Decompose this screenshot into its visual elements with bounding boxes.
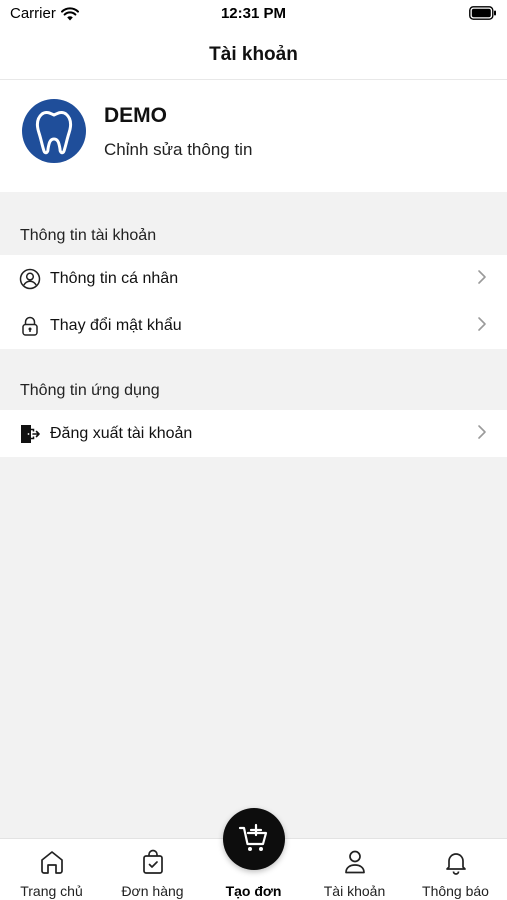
- user-circle-icon: [19, 268, 41, 290]
- tab-home[interactable]: Trang chủ: [1, 839, 102, 900]
- shopping-bag-icon: [142, 849, 163, 874]
- edit-profile-link[interactable]: Chỉnh sửa thông tin: [104, 140, 252, 160]
- nav-bar: Tài khoản: [0, 30, 507, 80]
- add-cart-icon: [238, 823, 268, 851]
- tab-label: Trang chủ: [20, 883, 83, 899]
- menu-item-label: Thay đổi mật khẩu: [50, 317, 182, 334]
- section-title-app: Thông tin ứng dụng: [20, 382, 160, 399]
- logout-icon: [21, 425, 40, 443]
- tab-notifications[interactable]: Thông báo: [405, 839, 506, 900]
- profile-card[interactable]: DEMO Chỉnh sửa thông tin: [0, 80, 507, 192]
- status-right: [469, 6, 497, 24]
- chevron-right-icon: [478, 270, 486, 284]
- person-icon: [344, 850, 365, 874]
- section-title-account: Thông tin tài khoản: [20, 227, 157, 244]
- tab-label: Tạo đơn: [225, 883, 282, 899]
- tab-label: Đơn hàng: [121, 883, 184, 899]
- create-order-button[interactable]: [223, 808, 285, 870]
- status-time: 12:31 PM: [220, 5, 287, 22]
- tab-account[interactable]: Tài khoản: [304, 839, 405, 900]
- tab-orders[interactable]: Đơn hàng: [102, 839, 203, 900]
- battery-icon: [469, 6, 496, 20]
- bell-icon: [445, 853, 466, 875]
- tooth-logo-icon: [35, 110, 73, 155]
- tab-label: Thông báo: [422, 883, 489, 899]
- chevron-right-icon: [478, 317, 486, 331]
- chevron-right-icon: [478, 425, 486, 439]
- profile-name: DEMO: [104, 104, 167, 127]
- menu-item-change-password[interactable]: Thay đổi mật khẩu: [0, 302, 507, 349]
- menu-item-label: Thông tin cá nhân: [50, 270, 179, 287]
- menu-item-personal-info[interactable]: Thông tin cá nhân: [0, 255, 507, 302]
- page-title: Tài khoản: [209, 43, 298, 65]
- menu-item-logout[interactable]: Đăng xuất tài khoản: [0, 410, 507, 457]
- tab-label: Tài khoản: [323, 883, 386, 899]
- lock-icon: [22, 316, 38, 336]
- avatar: [22, 99, 86, 163]
- home-icon: [40, 851, 63, 874]
- status-bar: Carrier 12:31 PM: [0, 0, 507, 30]
- menu-item-label: Đăng xuất tài khoản: [50, 425, 193, 442]
